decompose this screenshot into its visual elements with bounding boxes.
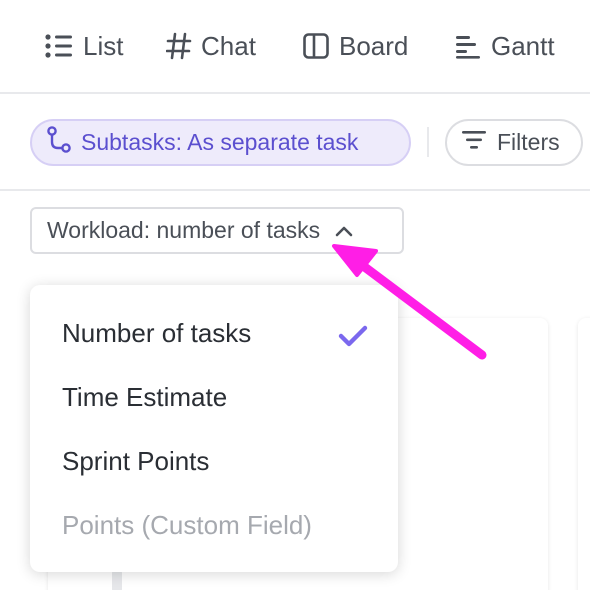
workload-card [578,318,590,590]
subtasks-toggle-button[interactable]: Subtasks: As separate task [30,119,411,166]
menu-item-label: Number of tasks [62,317,252,348]
subtasks-icon [46,125,72,160]
menu-item-time-estimate[interactable]: Time Estimate [30,365,398,429]
workload-view: List Chat Board Gantt Subtasks: As separ… [0,0,590,590]
list-icon [44,33,74,59]
subtasks-label: Subtasks: As separate task [81,129,359,155]
menu-item-label: Time Estimate [62,381,228,412]
tab-board[interactable]: Board [302,27,408,65]
filters-label: Filters [497,129,560,155]
workload-metric-menu: Number of tasks Time Estimate Sprint Poi… [30,285,398,572]
workload-bar [112,570,122,590]
tab-chat[interactable]: Chat [166,27,256,65]
board-icon [302,32,330,60]
tab-chat-label: Chat [201,30,256,61]
tab-gantt[interactable]: Gantt [454,27,555,65]
menu-item-number-of-tasks[interactable]: Number of tasks [30,301,398,365]
menu-item-label: Sprint Points [62,445,210,476]
gantt-icon [454,33,482,59]
menu-item-sprint-points[interactable]: Sprint Points [30,429,398,493]
tab-gantt-label: Gantt [491,30,555,61]
menu-item-points-custom-field: Points (Custom Field) [30,493,398,557]
tab-list[interactable]: List [44,27,123,65]
view-tabs: List Chat Board Gantt [0,0,590,92]
check-icon [338,323,368,354]
tab-list-label: List [83,30,124,61]
hash-icon [166,32,192,60]
workload-label: Workload: number of tasks [47,217,321,243]
chevron-up-icon [334,217,354,244]
filters-button[interactable]: Filters [445,119,583,166]
workload-metric-dropdown[interactable]: Workload: number of tasks [30,207,404,254]
toolbar-separator [427,127,429,157]
tab-board-label: Board [339,30,409,61]
tabs-divider [0,92,590,94]
toolbar-divider [0,189,590,191]
filter-icon [461,129,487,157]
menu-item-label: Points (Custom Field) [62,509,312,540]
